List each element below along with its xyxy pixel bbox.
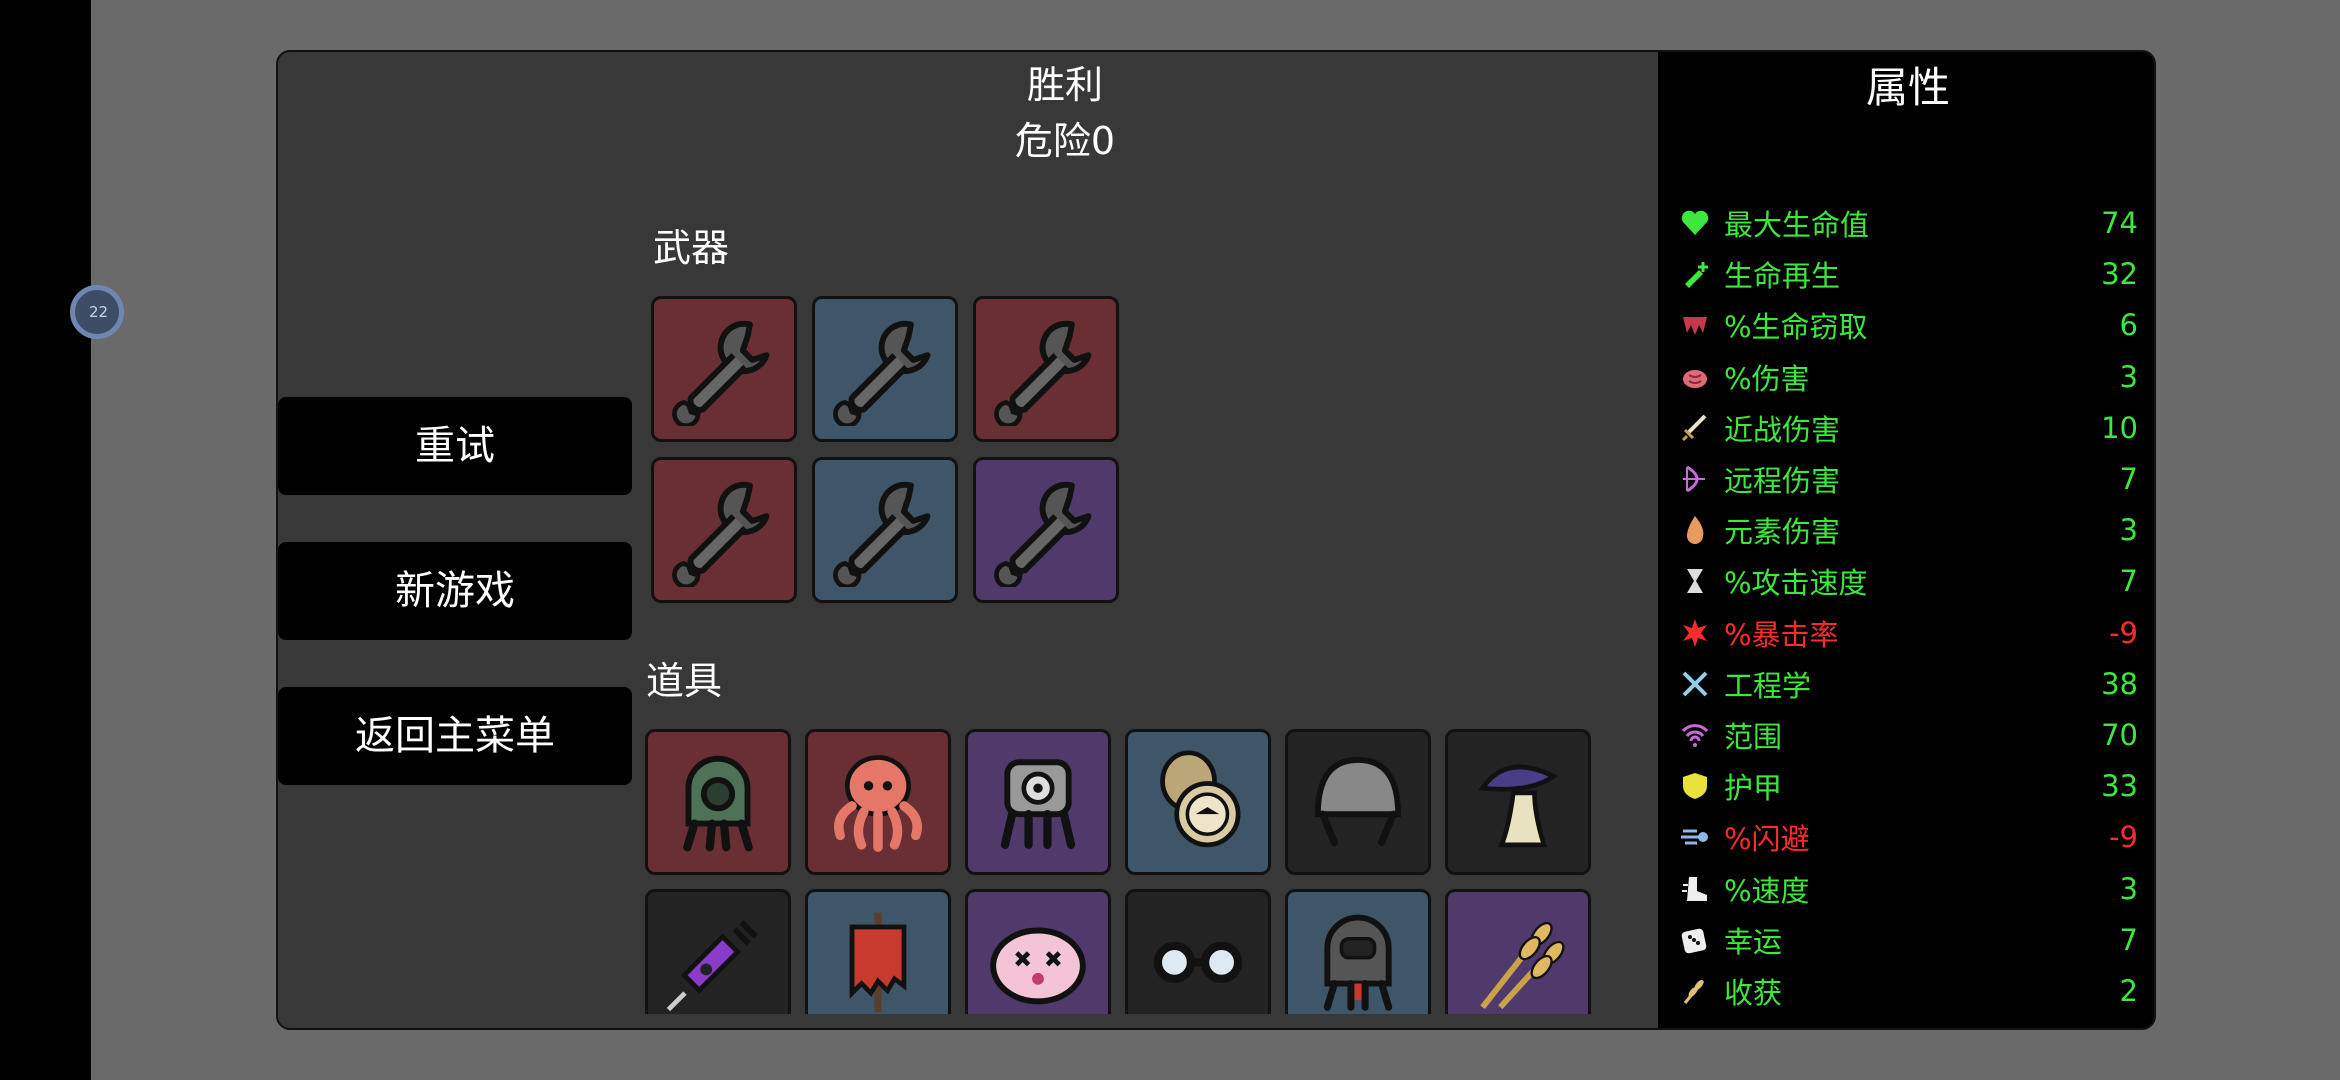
- mushroom-icon: [1459, 741, 1577, 863]
- fang-icon: [1678, 308, 1712, 342]
- stat-row[interactable]: 工程学 38: [1678, 662, 2138, 706]
- blob-icon: [979, 901, 1097, 1014]
- item-slot[interactable]: [1445, 889, 1591, 1014]
- floating-ball-button[interactable]: 22: [70, 285, 124, 339]
- stat-label: 收获: [1724, 976, 1783, 1010]
- stat-value: 10: [2101, 410, 2138, 445]
- stat-value: 32: [2101, 257, 2138, 292]
- stat-value: 2: [2119, 974, 2138, 1008]
- banner-icon: [819, 901, 937, 1014]
- stat-label: 生命再生: [1724, 259, 1841, 294]
- item-slot[interactable]: [1285, 729, 1431, 875]
- heart-icon: [1678, 206, 1712, 240]
- stat-label: %攻击速度: [1724, 566, 1868, 601]
- stat-row[interactable]: 护甲 33: [1678, 764, 2138, 808]
- dodge-icon: [1678, 820, 1712, 854]
- stat-row[interactable]: %暴击率 -9: [1678, 611, 2138, 655]
- stat-value: 70: [2101, 718, 2138, 752]
- harvest-icon: [1678, 974, 1712, 1008]
- stat-row[interactable]: %速度 3: [1678, 867, 2138, 911]
- item-slot[interactable]: [965, 729, 1111, 875]
- stat-label: 远程伤害: [1724, 464, 1841, 498]
- hourglass-icon: [1678, 564, 1712, 598]
- end-run-panel: 胜利 危险0 重试 新游戏 返回主菜单 武器 道具 属性 最大生命值 74 生命再生…: [276, 50, 2156, 1030]
- stat-value: 7: [2119, 462, 2138, 496]
- item-slot[interactable]: [645, 889, 791, 1014]
- stat-value: 3: [2119, 359, 2138, 394]
- stat-row[interactable]: 元素伤害 3: [1678, 508, 2138, 552]
- item-slot[interactable]: [1445, 729, 1591, 875]
- glasses-icon: [1139, 901, 1257, 1014]
- stat-label: %速度: [1724, 873, 1810, 908]
- stat-label: %暴击率: [1724, 617, 1839, 652]
- stat-value: 33: [2101, 769, 2138, 804]
- shield-icon: [1678, 769, 1712, 803]
- stat-value: 38: [2101, 666, 2138, 701]
- stat-label: %伤害: [1724, 361, 1810, 396]
- syringe-icon: [659, 901, 777, 1014]
- stat-label: %闪避: [1724, 822, 1810, 857]
- turret-icon: [659, 741, 777, 863]
- stat-row[interactable]: 近战伤害 10: [1678, 406, 2138, 450]
- sword-icon: [1678, 411, 1712, 445]
- stat-label: 护甲: [1724, 771, 1783, 806]
- stat-value: 7: [2119, 564, 2138, 599]
- stat-label: 工程学: [1724, 668, 1812, 703]
- tools-icon: [1678, 667, 1712, 701]
- stat-label: 元素伤害: [1724, 515, 1841, 550]
- range-icon: [1678, 718, 1712, 752]
- stat-row[interactable]: 生命再生 32: [1678, 252, 2138, 296]
- regen-icon: [1678, 257, 1712, 291]
- diving-helmet-icon: [1299, 901, 1417, 1014]
- boot-icon: [1678, 872, 1712, 906]
- robot-turret-icon: [979, 741, 1097, 863]
- stat-label: 幸运: [1724, 924, 1783, 959]
- stat-row[interactable]: 范围 70: [1678, 713, 2138, 757]
- stat-value: 6: [2119, 308, 2138, 343]
- stat-row[interactable]: 收获 2: [1678, 969, 2138, 1013]
- compass-icon: [1139, 741, 1257, 863]
- item-slot[interactable]: [1125, 889, 1271, 1014]
- stat-row[interactable]: %闪避 -9: [1678, 815, 2138, 859]
- flame-icon: [1678, 513, 1712, 547]
- stat-label: %生命窃取: [1724, 310, 1868, 345]
- stat-label: 范围: [1724, 720, 1783, 754]
- helmet-icon: [1299, 741, 1417, 863]
- crit-icon: [1678, 616, 1712, 650]
- stat-row[interactable]: 最大生命值 74: [1678, 201, 2138, 245]
- left-black-bar: [0, 0, 91, 1080]
- item-slot[interactable]: [805, 889, 951, 1014]
- stat-row[interactable]: 幸运 7: [1678, 918, 2138, 962]
- stat-value: -9: [2109, 615, 2138, 650]
- stat-label: 近战伤害: [1724, 412, 1841, 447]
- stat-value: 3: [2119, 513, 2138, 548]
- stat-row[interactable]: %攻击速度 7: [1678, 559, 2138, 603]
- stats-title: 属性: [1865, 63, 1950, 112]
- stat-label: 最大生命值: [1724, 208, 1870, 242]
- stat-value: 3: [2119, 871, 2138, 906]
- item-slot[interactable]: [805, 729, 951, 875]
- stat-value: -9: [2109, 820, 2138, 855]
- stat-value: 74: [2101, 206, 2138, 240]
- item-slot[interactable]: [965, 889, 1111, 1014]
- stat-value: 7: [2119, 922, 2138, 957]
- item-slot[interactable]: [1285, 889, 1431, 1014]
- wheat-icon: [1459, 901, 1577, 1014]
- dice-icon: [1678, 923, 1712, 957]
- item-slot[interactable]: [645, 729, 791, 875]
- bow-icon: [1678, 462, 1712, 496]
- brain-icon: [1678, 360, 1712, 394]
- octopus-icon: [819, 741, 937, 863]
- stat-row[interactable]: 远程伤害 7: [1678, 457, 2138, 501]
- stats-panel: 属性 最大生命值 74 生命再生 32 %生命窃取 6 %伤害 3 近战伤害 10 远程伤害 7 元素伤…: [1658, 52, 2154, 1028]
- stat-row[interactable]: %生命窃取 6: [1678, 303, 2138, 347]
- item-slot[interactable]: [1125, 729, 1271, 875]
- items-grid: [278, 52, 1658, 1014]
- stat-row[interactable]: %伤害 3: [1678, 355, 2138, 399]
